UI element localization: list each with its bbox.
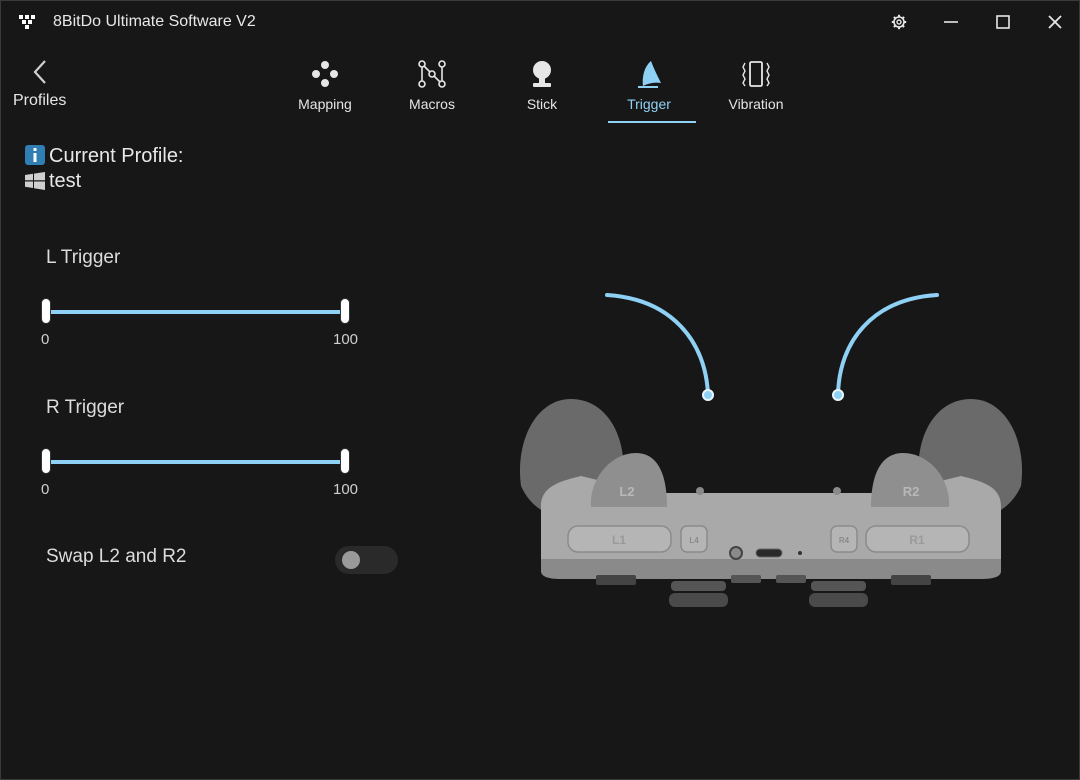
profile-info-icon (25, 145, 45, 165)
l4-button-label: L4 (689, 536, 699, 545)
tab-vibration[interactable]: Vibration (711, 57, 801, 123)
tab-stick[interactable]: Stick (497, 57, 587, 123)
active-tab-indicator (608, 121, 696, 123)
l-trigger-max-value: 100 (333, 331, 359, 348)
left-thumbstick (671, 581, 726, 591)
windows-icon (25, 172, 45, 190)
r-trigger-min-handle[interactable] (41, 448, 51, 474)
l-trigger-label: L Trigger (46, 247, 121, 268)
chevron-left-icon (33, 60, 46, 84)
back-to-profiles-button[interactable]: Profiles (13, 57, 83, 113)
l2-travel-arc (605, 293, 710, 397)
tab-label: Mapping (298, 96, 352, 112)
tab-label: Stick (526, 96, 558, 112)
r-trigger-min-value: 0 (41, 481, 50, 498)
l-trigger-max-handle[interactable] (340, 298, 350, 324)
r2-travel-arc (836, 293, 939, 397)
swap-l2-r2-toggle[interactable] (335, 546, 398, 574)
right-thumbstick (811, 581, 866, 591)
l2-travel-dot (702, 389, 714, 401)
toggle-knob (342, 551, 360, 569)
current-profile-heading: Current Profile: (49, 145, 184, 167)
controller-illustration: L2 R2 L1 R1 L4 R4 (519, 293, 1023, 607)
r2-button-label: R2 (903, 484, 920, 499)
swap-l2-r2-label: Swap L2 and R2 (46, 546, 187, 567)
r-trigger-max-handle[interactable] (340, 448, 350, 474)
slider-range-fill (45, 310, 345, 314)
settings-button[interactable] (876, 7, 922, 37)
l-trigger-range-slider[interactable] (39, 298, 353, 326)
tab-label: Vibration (728, 96, 784, 112)
tab-label: Macros (409, 96, 455, 112)
r4-button-label: R4 (839, 536, 850, 545)
joystick-icon (533, 61, 551, 87)
minimize-icon (944, 21, 958, 23)
tab-mapping[interactable]: Mapping (280, 57, 370, 123)
title-bar: 8BitDo Ultimate Software V2 (1, 1, 1079, 43)
l-trigger-min-handle[interactable] (41, 298, 51, 324)
vibration-icon (742, 61, 770, 87)
close-icon (1048, 15, 1062, 29)
slider-range-fill (45, 460, 345, 464)
tab-macros[interactable]: Macros (387, 57, 477, 123)
close-button[interactable] (1032, 7, 1078, 37)
minimize-button[interactable] (928, 7, 974, 37)
maximize-button[interactable] (980, 7, 1026, 37)
trigger-icon (638, 61, 661, 88)
app-window: 8BitDo Ultimate Software V2 Profiles Map… (0, 0, 1080, 780)
l1-button-label: L1 (612, 533, 626, 547)
r-trigger-max-value: 100 (333, 481, 359, 498)
r-trigger-range-slider[interactable] (39, 448, 353, 476)
tab-trigger[interactable]: Trigger (604, 57, 696, 123)
r1-button-label: R1 (909, 533, 925, 547)
headphone-jack (729, 546, 743, 560)
macro-nodes-icon (418, 60, 446, 88)
l-trigger-min-value: 0 (41, 331, 50, 348)
r-trigger-label: R Trigger (46, 397, 125, 418)
r2-travel-dot (832, 389, 844, 401)
gear-icon (891, 14, 907, 30)
window-title: 8BitDo Ultimate Software V2 (53, 13, 256, 30)
usb-c-port (755, 548, 783, 558)
app-logo-icon (19, 15, 35, 29)
tab-label: Trigger (627, 96, 671, 112)
dpad-dots-icon (312, 61, 338, 87)
profile-name: test (49, 170, 82, 192)
maximize-icon (996, 15, 1010, 29)
l2-button-label: L2 (619, 484, 634, 499)
back-label: Profiles (13, 92, 67, 109)
